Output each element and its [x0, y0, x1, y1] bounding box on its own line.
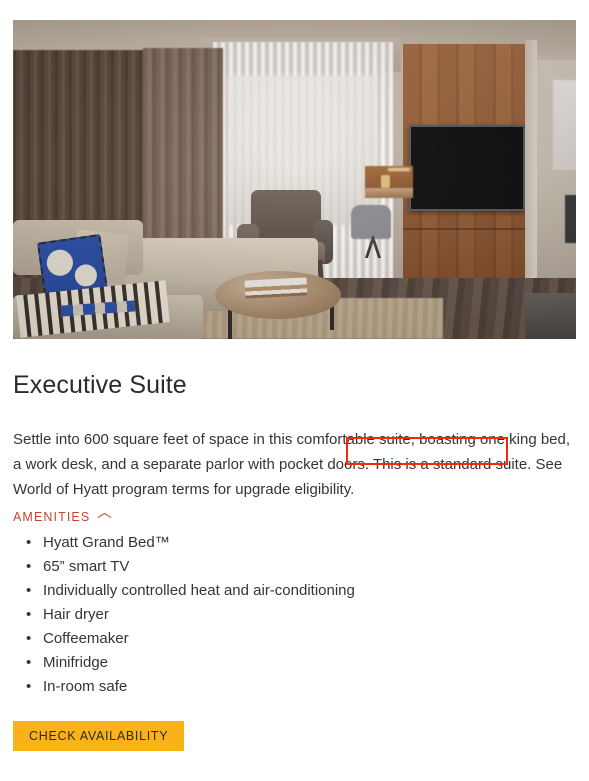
photo-books — [244, 277, 308, 299]
photo-doorway-window — [553, 80, 576, 170]
photo-doorway-floor — [525, 293, 576, 339]
amenities-section-toggle[interactable]: AMENITIES — [13, 510, 111, 524]
photo-desk-chair — [351, 205, 391, 239]
list-item: Individually controlled heat and air-con… — [26, 579, 355, 603]
list-item: In-room safe — [26, 675, 355, 699]
list-item: Hair dryer — [26, 603, 355, 627]
room-photo — [13, 20, 576, 339]
photo-desk-lamp — [381, 175, 390, 188]
photo-doorway-television — [565, 195, 576, 243]
check-availability-button[interactable]: CHECK AVAILABILITY — [13, 721, 185, 751]
page-title: Executive Suite — [13, 370, 187, 399]
amenities-section-label: AMENITIES — [13, 510, 91, 524]
photo-wall-sconce — [388, 168, 410, 171]
room-detail-page: Executive Suite Settle into 600 square f… — [0, 0, 589, 781]
photo-wood-panel-seam — [403, 228, 525, 230]
amenities-list: Hyatt Grand Bed™ 65” smart TV Individual… — [13, 531, 355, 699]
photo-television — [409, 125, 525, 211]
room-photo-canvas — [13, 20, 576, 339]
room-description-highlighted-sentence: This is a standard suite. — [372, 456, 532, 473]
photo-work-desk — [365, 188, 413, 198]
room-description: Settle into 600 square feet of space in … — [13, 427, 577, 502]
list-item: Coffeemaker — [26, 627, 355, 651]
photo-door-jamb — [525, 40, 537, 315]
list-item: 65” smart TV — [26, 555, 355, 579]
list-item: Hyatt Grand Bed™ — [26, 531, 355, 555]
list-item: Minifridge — [26, 651, 355, 675]
photo-coffee-table-leg-left — [228, 308, 232, 339]
chevron-up-icon[interactable] — [98, 513, 111, 521]
